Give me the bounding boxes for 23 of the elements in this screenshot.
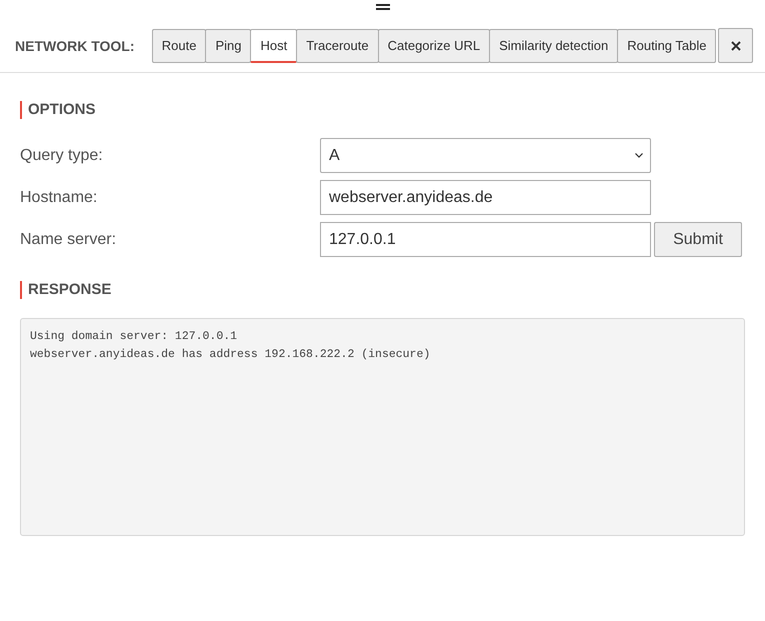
text-input[interactable]: webserver.anyideas.de [320,180,651,215]
submit-button[interactable]: Submit [654,222,742,257]
text-input[interactable]: 127.0.0.1 [320,222,651,257]
section-heading: RESPONSE [20,281,745,299]
close-icon [730,40,741,50]
field-label: Name server: [20,230,118,248]
tab[interactable]: Traceroute [296,28,379,62]
tab[interactable]: Route [152,28,206,62]
field-label: Query type: [20,146,104,164]
response-line: Using domain server: 127.0.0.1 [30,329,238,345]
close-button[interactable] [718,28,753,63]
drag-handle-icon[interactable] [376,4,390,10]
tab[interactable]: Ping [205,28,252,62]
chevron-down-icon [635,153,643,158]
tab[interactable]: Host [250,28,298,62]
response-line: webserver.anyideas.de has address 192.168.222.2 (insecure) [30,347,430,363]
tab[interactable]: Routing Table [617,28,716,62]
query-type-select[interactable]: A [320,138,651,173]
field-label: Hostname: [20,188,98,206]
tab[interactable]: Similarity detection [489,28,618,62]
tool-title: NETWORK TOOL: [15,38,136,54]
tab[interactable]: Categorize URL [378,28,490,62]
section-heading: OPTIONS [20,101,745,119]
